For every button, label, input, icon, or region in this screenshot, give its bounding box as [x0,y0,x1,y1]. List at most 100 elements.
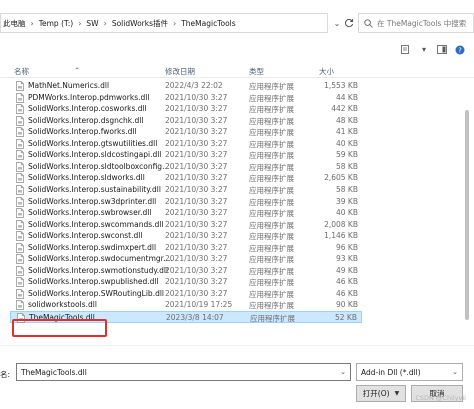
filename-label: 名: [0,370,11,379]
column-size[interactable]: 大小 [319,66,334,77]
filename-combobox[interactable]: ⌄ [16,363,351,381]
dll-file-icon [16,81,24,91]
filename-input[interactable] [21,367,331,377]
breadcrumb-separator-icon[interactable]: › [31,19,34,28]
file-row[interactable]: SolidWorks.Interop.sldcostingapi.dll 2021… [10,149,362,161]
vertical-scrollbar[interactable] [462,80,472,342]
file-row[interactable]: SolidWorks.Interop.SWRoutingLib.dll 2021/… [10,288,362,300]
file-date: 2021/10/30 3:27 [165,184,228,194]
dll-file-icon [16,185,24,195]
breadcrumb-item[interactable]: TheMagicTools [181,19,235,28]
bottom-divider [0,345,474,346]
file-size: 96 KB [336,242,358,252]
column-date[interactable]: 修改日期 [165,66,195,77]
file-type: 应用程序扩展 [249,116,294,126]
breadcrumb-separator-icon[interactable]: › [104,19,107,28]
file-type: 应用程序扩展 [249,139,294,149]
view-options-icon[interactable] [400,44,412,55]
open-dropdown-caret-icon[interactable]: ▼ [395,390,400,397]
file-row[interactable]: MathNet.Numerics.dll 2022/4/3 22:02 应用程序扩展… [10,80,362,92]
file-row[interactable]: SolidWorks.Interop.swdimxpert.dll 2021/10… [10,242,362,254]
file-row[interactable]: SolidWorks.Interop.sustainability.dll 202… [10,184,362,196]
file-type-filter[interactable]: Add-in Dll (*.dll) ⌄ [356,363,463,381]
address-bar[interactable]: 此电脑 › Temp (T:) › SW › SolidWorks插件 › TheMagicTo… [0,13,328,33]
file-date: 2021/10/30 3:27 [165,219,228,229]
file-size: 48 KB [336,115,358,125]
breadcrumb-item[interactable]: 此电脑 [3,18,26,29]
file-name: SolidWorks.Interop.sldtoolboxconfig... [28,161,170,171]
file-row[interactable]: SolidWorks.Interop.swmotionstudy.dll 2021… [10,265,362,277]
breadcrumb-item[interactable]: SolidWorks插件 [112,18,168,29]
sort-caret-icon: ⌃ [74,66,81,75]
file-size: 40 KB [336,138,358,148]
file-row[interactable]: SolidWorks.Interop.swpublished.dll 2021/1… [10,276,362,288]
filename-dropdown-chevron-icon[interactable]: ⌄ [340,368,346,376]
file-size: 58 KB [336,184,358,194]
file-row[interactable]: SolidWorks.Interop.sldtoolboxconfig... 20… [10,161,362,173]
column-header: 名称 ⌃ 修改日期 类型 大小 [0,64,474,78]
help-icon[interactable]: ? [454,44,466,55]
file-size: 39 KB [336,196,358,206]
dll-file-icon [16,219,24,230]
refresh-icon[interactable] [342,15,356,31]
watermark: CSDN @Chilyvii [415,394,466,402]
column-name[interactable]: 名称 [14,66,29,77]
file-row[interactable]: SolidWorks.Interop.dsgnchk.dll 2021/10/30… [10,115,362,127]
file-name: SolidWorks.Interop.swcommands.dll [28,219,164,229]
dll-file-icon [16,138,24,149]
scrollbar-thumb[interactable] [465,110,469,320]
file-type-filter-value: Add-in Dll (*.dll) [361,367,421,377]
dll-file-icon [16,277,24,288]
file-name: SolidWorks.Interop.sw3dprinter.dll [28,196,157,206]
file-name: SolidWorks.Interop.gtswutilities.dll [28,138,158,148]
file-row[interactable]: SolidWorks.Interop.swdocumentmgr.... 2021… [10,253,362,265]
dll-file-icon [16,92,24,103]
file-row[interactable]: SolidWorks.Interop.swcommands.dll 2021/10… [10,219,362,231]
file-name: SolidWorks.Interop.dsgnchk.dll [28,115,144,125]
file-row[interactable]: SolidWorks.Interop.sldworks.dll 2021/10/3… [10,172,362,184]
file-name: SolidWorks.Interop.SWRoutingLib.dll [28,288,164,298]
file-type: 应用程序扩展 [249,105,294,115]
file-date: 2021/10/30 3:27 [165,150,228,160]
preview-pane-icon[interactable] [436,44,448,55]
file-size: 93 KB [336,254,358,264]
file-row[interactable]: solidworkstools.dll 2021/10/19 17:25 应用程序扩… [10,299,362,311]
file-name: PDMWorks.Interop.pdmworks.dll [28,92,150,102]
breadcrumb-item[interactable]: Temp (T:) [39,19,74,28]
breadcrumb-item[interactable]: SW [86,19,98,28]
dll-file-icon [16,289,24,299]
file-date: 2021/10/30 3:27 [165,208,228,218]
file-row[interactable]: SolidWorks.Interop.swbrowser.dll 2021/10/… [10,207,362,219]
file-date: 2021/10/30 3:27 [165,173,228,183]
file-date: 2021/10/30 3:27 [165,92,228,102]
file-row[interactable]: SolidWorks.Interop.sw3dprinter.dll 2021/1… [10,196,362,208]
file-row[interactable]: TheMagicTools.dll 2023/3/8 14:07 应用程序扩展 52 … [10,311,362,323]
file-name: SolidWorks.Interop.swpublished.dll [28,277,159,287]
breadcrumb-separator-icon[interactable]: › [78,19,81,28]
address-row: 此电脑 › Temp (T:) › SW › SolidWorks插件 › TheMagicTo… [0,0,474,36]
file-type: 应用程序扩展 [249,174,294,184]
file-date: 2021/10/30 3:27 [165,104,228,114]
file-size: 46 KB [336,288,358,298]
file-row[interactable]: SolidWorks.Interop.gtswutilities.dll 2021… [10,138,362,150]
file-row[interactable]: SolidWorks.Interop.swconst.dll 2021/10/30… [10,230,362,242]
file-type: 应用程序扩展 [250,314,295,323]
dll-file-icon [16,208,24,218]
file-date: 2023/3/8 14:07 [166,313,224,322]
file-row[interactable]: SolidWorks.Interop.fworks.dll 2021/10/30 … [10,126,362,138]
open-button[interactable]: 打开(O) ▼ [356,385,406,402]
file-size: 442 KB [331,104,358,114]
dll-file-icon [16,196,24,207]
filter-dropdown-chevron-icon: ⌄ [452,368,458,376]
file-name: SolidWorks.Interop.swdimxpert.dll [28,242,157,252]
view-menu-chevron-icon[interactable]: ▾ [418,44,430,55]
file-date: 2021/10/30 3:27 [165,127,228,137]
file-size: 90 KB [336,300,358,310]
search-input[interactable] [377,18,473,28]
search-box[interactable] [358,13,474,33]
breadcrumb-separator-icon[interactable]: › [173,19,176,28]
file-row[interactable]: SolidWorks.Interop.cosworks.dll 2021/10/3… [10,103,362,115]
column-type[interactable]: 类型 [249,66,264,77]
file-type: 应用程序扩展 [249,278,294,288]
file-row[interactable]: PDMWorks.Interop.pdmworks.dll 2021/10/30 … [10,92,362,104]
